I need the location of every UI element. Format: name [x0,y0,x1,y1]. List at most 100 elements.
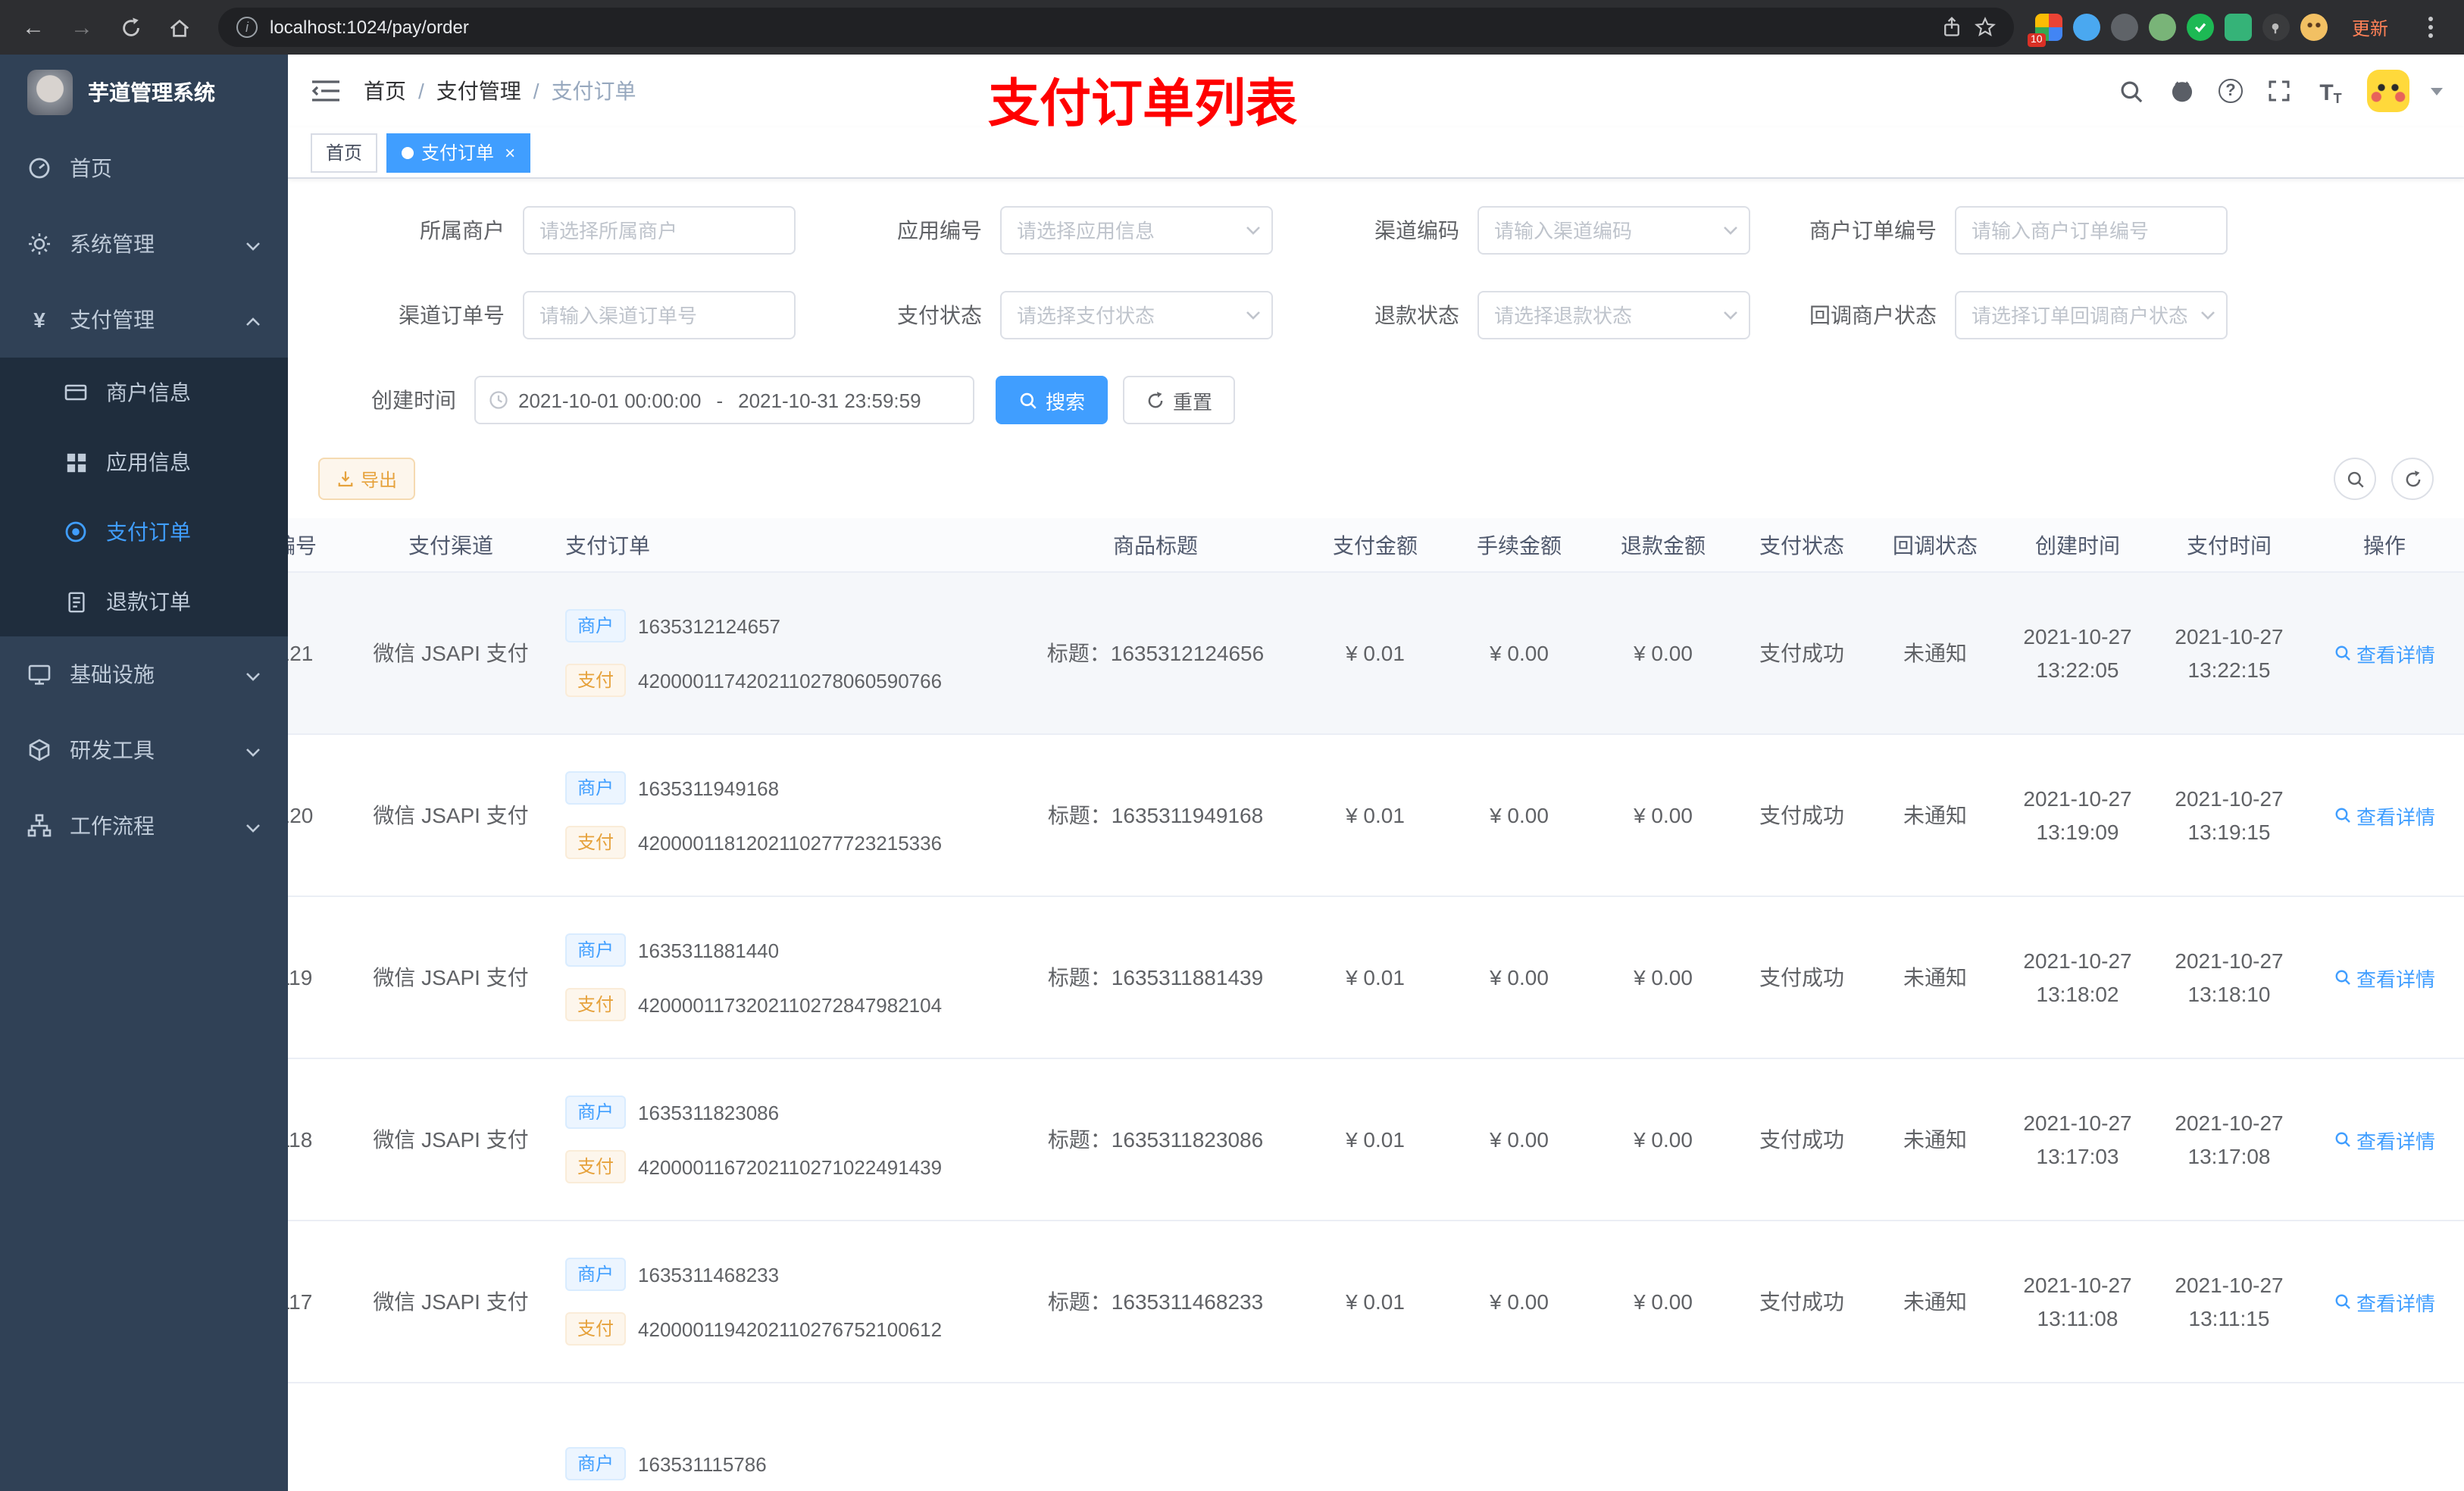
search-icon[interactable] [2115,76,2146,106]
sidebar-item-pay-order[interactable]: 支付订单 [0,497,288,567]
reload-button[interactable] [112,9,149,45]
cell-pay-time: 2021-10-27 13:11:15 [2175,1272,2284,1330]
view-detail-link[interactable]: 查看详情 [2334,1287,2435,1316]
close-icon[interactable]: × [505,142,515,163]
table-header: 编号 支付渠道 支付订单 商品标题 支付金额 手续金额 退款金额 支付状态 回调… [288,518,2464,573]
browser-update-button[interactable]: 更新 [2340,10,2400,45]
cell-pay-time: 2021-10-27 13:22:15 [2175,624,2284,682]
extension-icon-pin[interactable] [2262,14,2290,41]
cell-title: 标题：1635311823086 [1047,1127,1264,1152]
tab-home[interactable]: 首页 [311,133,378,172]
filter-label-pay-status: 支付状态 [897,303,982,327]
back-button[interactable]: ← [15,9,52,45]
sidebar-fold-icon[interactable] [309,74,342,108]
table-row: 118 微信 JSAPI 支付 商户1635311823086 支付420000… [288,1059,2464,1221]
extensions-puzzle-icon[interactable]: 10 [2027,14,2062,47]
merchant-order-no-input[interactable] [1955,206,2228,255]
cell-pay-time: 2021-10-27 13:18:10 [2175,948,2284,1006]
view-detail-link[interactable]: 查看详情 [2334,639,2435,667]
col-pay-amount: 支付金额 [1333,533,1418,557]
sidebar-item-infra[interactable]: 基础设施 [0,636,288,712]
filter-label-channel-order-no: 渠道订单号 [399,303,505,327]
github-icon[interactable] [2167,76,2197,106]
home-button[interactable] [161,9,197,45]
pay-submenu: 商户信息 应用信息 支付订单 退款订单 [0,358,288,636]
grid-icon [64,450,88,474]
extension-icon-blue[interactable] [2072,14,2100,41]
col-notify: 回调状态 [1893,533,1978,557]
date-separator: - [716,389,724,411]
filter-label-channel-code: 渠道编码 [1374,218,1459,242]
channel-code-select[interactable] [1477,206,1750,255]
cell-status: 支付成功 [1759,1127,1844,1152]
home-icon [169,18,189,36]
refresh-table-button[interactable] [2391,458,2434,500]
search-button[interactable]: 搜索 [996,376,1108,424]
forward-button[interactable]: → [64,9,100,45]
breadcrumb-pay[interactable]: 支付管理 [436,76,521,106]
sidebar-item-merchant-info[interactable]: 商户信息 [0,358,288,427]
chevron-down-icon [245,232,261,256]
merchant-tag: 商户 [565,933,627,967]
notify-status-select[interactable] [1955,291,2228,339]
cell-notify: 未通知 [1903,1127,1967,1152]
cell-notify: 未通知 [1903,1289,1967,1314]
tab-pay-order[interactable]: 支付订单 × [386,133,531,172]
avatar-caret-icon[interactable] [2431,87,2443,95]
address-bar[interactable]: i localhost:1024/pay/order [218,8,2014,47]
font-size-icon[interactable]: TT [2315,76,2346,106]
share-icon[interactable] [1941,17,1962,38]
cell-notify: 未通知 [1903,965,1967,989]
extension-icon-chat[interactable] [2224,14,2252,41]
toggle-search-button[interactable] [2334,458,2376,500]
profile-avatar-icon[interactable] [2300,14,2328,41]
cell-create-time: 2021-10-27 13:17:03 [2023,1110,2132,1168]
gear-icon [27,232,52,256]
user-avatar[interactable] [2367,70,2409,112]
app-logo[interactable]: 芋道管理系统 [0,55,288,130]
channel-order-no-input[interactable] [523,291,796,339]
site-info-icon[interactable]: i [236,17,258,38]
pay-status-select[interactable] [1000,291,1273,339]
cell-status: 支付成功 [1759,641,1844,665]
table-row: 119 微信 JSAPI 支付 商户1635311881440 支付420000… [288,897,2464,1059]
sidebar-item-pay[interactable]: ¥ 支付管理 [0,282,288,358]
view-detail-link[interactable]: 查看详情 [2334,1125,2435,1154]
table-row: 121 微信 JSAPI 支付 商户1635312124657 支付420000… [288,573,2464,735]
cell-refund-amount: ¥ 0.00 [1634,641,1693,665]
filter-label-notify-status: 回调商户状态 [1809,303,1937,327]
bookmark-star-icon[interactable] [1975,17,1996,38]
merchant-input[interactable] [523,206,796,255]
view-detail-link[interactable]: 查看详情 [2334,963,2435,992]
sidebar-item-home[interactable]: 首页 [0,130,288,206]
extension-icon-check[interactable] [2186,14,2214,41]
sidebar-item-devtools[interactable]: 研发工具 [0,712,288,788]
cell-order: 商户 1635311468233 支付 4200001194202110276752… [553,1258,1008,1346]
target-icon [64,520,88,544]
app-title: 芋道管理系统 [88,80,215,105]
extension-icon-gray[interactable] [2110,14,2138,41]
create-time-range-input[interactable]: 2021-10-01 00:00:00 - 2021-10-31 23:59:5… [474,376,974,424]
cell-id: 117 [288,1289,313,1314]
reset-button[interactable]: 重置 [1123,376,1236,424]
browser-menu-icon[interactable] [2412,9,2449,45]
merchant-tag: 商户 [565,609,627,642]
sidebar-item-refund-order[interactable]: 退款订单 [0,567,288,636]
app-select[interactable] [1000,206,1273,255]
refund-status-select[interactable] [1477,291,1750,339]
filter-label-merchant-order-no: 商户订单编号 [1809,218,1937,242]
sidebar-item-workflow[interactable]: 工作流程 [0,788,288,864]
dashboard-icon [27,156,52,180]
sidebar-item-app-info[interactable]: 应用信息 [0,427,288,497]
fullscreen-icon[interactable] [2264,76,2294,106]
filter-label-create-time: 创建时间 [371,388,456,412]
sidebar-item-system[interactable]: 系统管理 [0,206,288,282]
extension-icon-green[interactable] [2148,14,2176,41]
view-detail-link[interactable]: 查看详情 [2334,801,2435,830]
export-button[interactable]: 导出 [318,458,416,500]
chevron-down-icon [1246,225,1261,236]
breadcrumb-home[interactable]: 首页 [364,76,406,106]
flow-icon [27,814,52,838]
breadcrumb-current: 支付订单 [551,79,636,103]
question-icon[interactable]: ? [2219,79,2243,103]
